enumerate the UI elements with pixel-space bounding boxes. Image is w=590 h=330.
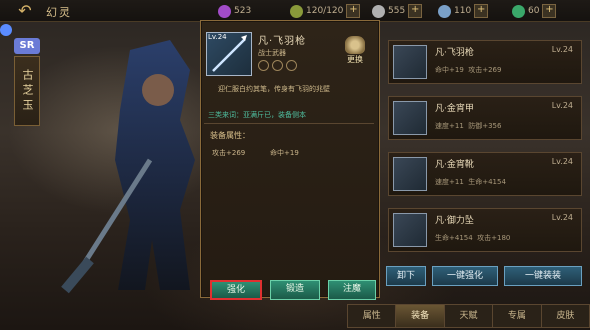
tab-attributes[interactable]: 属性 [347,304,397,328]
wings-icon [438,4,451,18]
equip-card[interactable]: 凡·御力坠 Lv.24 生命+4154 攻击+180 [388,208,582,252]
equip-level: Lv.24 [551,101,573,110]
equip-stats: 速度+11 防御+356 [435,122,502,130]
equip-stats: 命中+19 攻击+269 [435,66,502,74]
enhance-button[interactable]: 强化 [210,280,262,300]
add-wings-button[interactable]: + [474,4,489,18]
attack-stat: 攻击+269 [212,149,246,157]
equip-level: Lv.24 [551,157,573,166]
tab-skin[interactable]: 皮肤 [540,304,590,328]
one-key-enhance-button[interactable]: 一键强化 [432,266,498,286]
empty-star-icon [272,60,283,71]
item-level: Lv.24 [208,33,227,41]
armor-icon [393,101,427,135]
item-type: 战士武器 [258,49,286,57]
resource-silver: 555 + [372,2,423,20]
divider [204,123,374,124]
purple-gem-value: 523 [234,6,252,16]
wings-value: 110 [454,6,472,16]
pendant-icon [393,213,427,247]
empty-star-icon [258,60,269,71]
change-icon [345,36,365,54]
unload-button[interactable]: 卸下 [386,266,426,286]
change-button[interactable]: 更换 [340,36,370,68]
equip-card[interactable]: 凡·飞羽枪 Lv.24 命中+19 攻击+269 [388,40,582,84]
back-arrow-icon[interactable]: ↶ [12,2,38,20]
equip-level: Lv.24 [551,213,573,222]
jade-icon [512,4,525,18]
add-silver-button[interactable]: + [408,4,423,18]
change-label: 更换 [347,55,363,64]
equip-stats: 速度+11 生命+4154 [435,178,506,186]
equip-level: Lv.24 [551,45,573,54]
empty-star-icon [286,60,297,71]
boots-icon [393,157,427,191]
purple-gem-icon [218,4,231,18]
jade-value: 60 [528,6,540,16]
equip-card[interactable]: 凡·金宵靴 Lv.24 速度+11 生命+4154 [388,152,582,196]
item-skill: 三类来词：亚满斤已，装备侧本 [208,111,306,119]
bottom-tab-bar: 属性 装备 天赋 专属 皮肤 [347,304,590,328]
page-title: 幻灵 [46,6,72,19]
tab-equipment[interactable]: 装备 [395,304,445,328]
tab-talent[interactable]: 天赋 [443,304,494,328]
accuracy-stat: 命中+19 [270,149,299,157]
stamina-value: 120/120 [306,6,344,16]
resource-stamina: 120/120 + [290,2,361,20]
resource-purple-gem: 523 [218,2,251,20]
stamina-icon [290,4,303,18]
equip-name: 凡·飞羽枪 [435,48,474,58]
inject-button[interactable]: 注魔 [328,280,376,300]
silver-icon [372,4,385,18]
one-key-equip-button[interactable]: 一键装装 [504,266,582,286]
resource-wings: 110 + [438,2,489,20]
silver-value: 555 [388,6,406,16]
item-name: 凡·飞羽枪 [258,36,307,47]
forge-button[interactable]: 锻造 [270,280,320,300]
equip-card[interactable]: 凡·金宵甲 Lv.24 速度+11 防御+356 [388,96,582,140]
equip-name: 凡·御力坠 [435,216,474,226]
rarity-badge: SR [14,38,40,54]
spear-icon [393,45,427,79]
equip-name: 凡·金宵靴 [435,160,474,170]
resource-jade: 60 + [512,2,557,20]
equip-name: 凡·金宵甲 [435,104,474,114]
equip-stats: 生命+4154 攻击+180 [435,234,511,242]
item-description: 迎仁服白约其笔，传身有飞羽的兆壁 [218,85,330,93]
notification-dot [0,24,12,36]
attributes-heading: 装备属性： [210,131,250,140]
character-name-tab[interactable]: 古芝玉 [14,56,40,126]
tab-exclusive[interactable]: 专属 [492,304,542,328]
add-stamina-button[interactable]: + [346,4,361,18]
add-jade-button[interactable]: + [542,4,557,18]
